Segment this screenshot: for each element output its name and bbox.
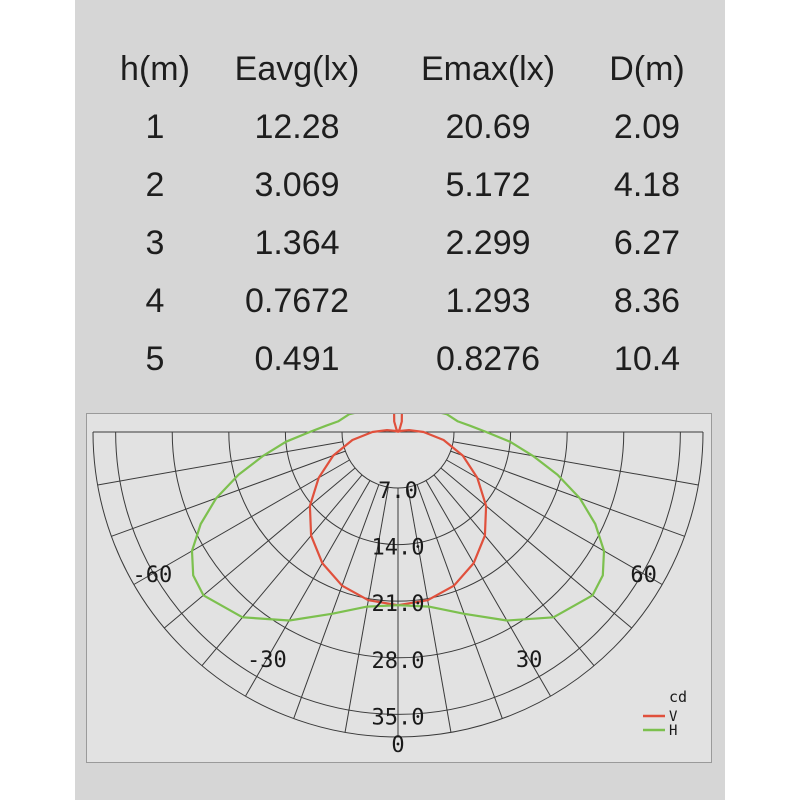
angle-label: 0 [391, 733, 404, 758]
polar-grid-spoke [416, 484, 503, 719]
table-row: 3 1.364 2.299 6.27 [75, 214, 725, 272]
polar-grid-spoke [453, 441, 699, 486]
table-row: 1 12.28 20.69 2.09 [75, 98, 725, 156]
legend-label-h: H [669, 723, 677, 739]
cell-eavg: 12.28 [254, 108, 340, 146]
angle-label: -60 [132, 563, 172, 588]
cell-eavg: 0.491 [254, 340, 340, 378]
cell-diameter: 8.36 [613, 282, 681, 320]
cell-diameter: 2.09 [613, 108, 681, 146]
cell-emax: 5.172 [445, 166, 531, 204]
cell-diameter: 4.18 [613, 166, 681, 204]
radial-tick-label: 7.0 [378, 479, 418, 504]
header-emax: Emax(lx) [420, 50, 556, 88]
radial-tick-label: 28.0 [372, 649, 425, 674]
polar-labels: 7.0 14.0 21.0 28.0 35.0 -60 -30 0 30 60 [132, 479, 656, 758]
radial-tick-label: 21.0 [372, 592, 425, 617]
cell-diameter: 6.27 [613, 224, 681, 262]
cell-eavg: 0.7672 [245, 282, 349, 320]
angle-label: 60 [630, 563, 657, 588]
polar-grid-spoke [433, 474, 595, 666]
legend-unit-label: cd [669, 688, 687, 706]
polar-grid-spoke [293, 484, 380, 719]
angle-label: 30 [516, 648, 543, 673]
polar-grid [92, 431, 704, 738]
cell-eavg: 1.364 [254, 224, 340, 262]
cell-eavg: 3.069 [254, 166, 340, 204]
header-diameter: D(m) [609, 50, 685, 88]
table-header-row: h(m) Eavg(lx) Emax(lx) D(m) [75, 40, 725, 98]
polar-chart: 7.0 14.0 21.0 28.0 35.0 -60 -30 0 30 60 cdVH [92, 414, 704, 758]
polar-grid-spoke [97, 441, 343, 486]
angle-label: -30 [247, 648, 287, 673]
cell-diameter: 10.4 [613, 340, 681, 378]
table-row: 2 3.069 5.172 4.18 [75, 156, 725, 214]
cell-emax: 2.299 [445, 224, 531, 262]
radial-tick-label: 14.0 [372, 536, 425, 561]
cell-emax: 1.293 [445, 282, 531, 320]
polar-grid-spoke [201, 474, 363, 666]
cell-emax: 0.8276 [436, 340, 540, 378]
radial-tick-label: 35.0 [372, 705, 425, 730]
polar-chart-frame: 7.0 14.0 21.0 28.0 35.0 -60 -30 0 30 60 cd V H [86, 413, 712, 763]
table-row: 4 0.7672 1.293 8.36 [75, 272, 725, 330]
polar-legend: cdVH [643, 688, 687, 739]
header-eavg: Eavg(lx) [234, 50, 360, 88]
cell-emax: 20.69 [445, 108, 531, 146]
table-row: 5 0.491 0.8276 10.4 [75, 330, 725, 388]
